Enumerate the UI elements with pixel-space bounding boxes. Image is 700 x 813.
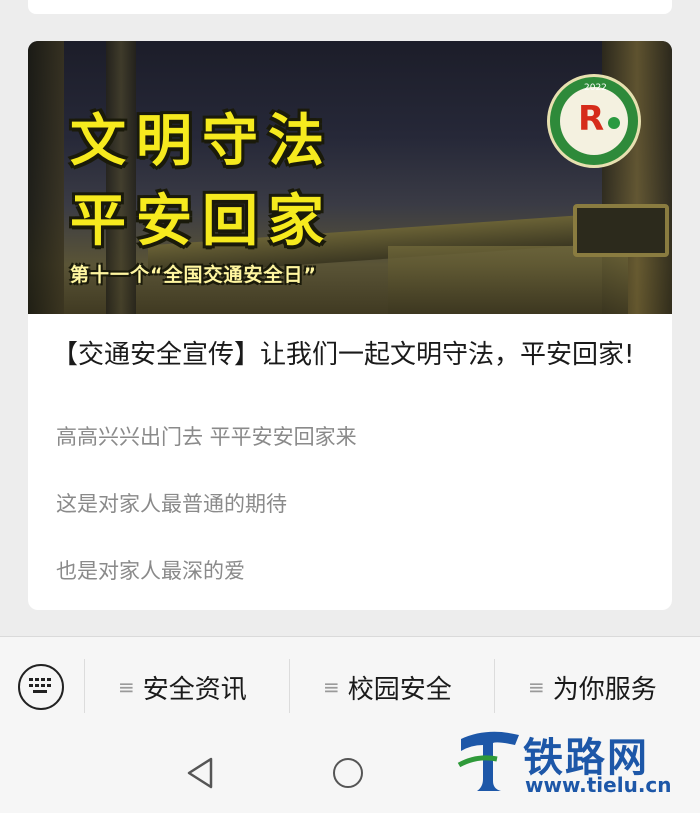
menu-divider bbox=[84, 659, 85, 713]
menu-lines-icon: ≡ bbox=[118, 675, 135, 699]
menu-item-label: 校园安全 bbox=[347, 674, 452, 705]
traffic-safety-day-emblem: R 2022 bbox=[547, 74, 641, 168]
banner-frame bbox=[28, 41, 64, 314]
menu-divider bbox=[289, 659, 290, 713]
menu-item-label: 安全资讯 bbox=[142, 674, 247, 705]
article-paragraph: 也是对家人最深的爱 bbox=[56, 559, 245, 583]
article-cover-image[interactable]: 文明守法 平安回家 第十一个“全国交通安全日” R 2022 bbox=[28, 41, 672, 314]
home-icon[interactable] bbox=[333, 758, 363, 788]
menu-item-label: 为你服务 bbox=[552, 674, 657, 705]
emblem-year: 2022 bbox=[584, 83, 607, 93]
banner-sign bbox=[573, 204, 669, 257]
tielu-logo-icon bbox=[457, 731, 519, 791]
watermark-url: www.tielu.cn bbox=[525, 773, 672, 797]
menu-item-campus-safety[interactable]: ≡ 校园安全 bbox=[323, 669, 452, 705]
banner-subtitle: 第十一个“全国交通安全日” bbox=[70, 264, 317, 286]
menu-item-safety-news[interactable]: ≡ 安全资讯 bbox=[118, 669, 247, 705]
previous-article-card[interactable] bbox=[28, 0, 672, 14]
tielu-watermark: 铁路网 www.tielu.cn bbox=[455, 725, 700, 805]
back-icon[interactable] bbox=[183, 755, 217, 791]
menu-divider bbox=[494, 659, 495, 713]
article-card[interactable]: 文明守法 平安回家 第十一个“全国交通安全日” R 2022 【交通安全宣传】让… bbox=[28, 41, 672, 610]
official-account-menu: ≡ 安全资讯 ≡ 校园安全 ≡ 为你服务 bbox=[0, 636, 700, 736]
banner-headline-line2: 平安回家 bbox=[70, 189, 334, 254]
article-title: 【交通安全宣传】让我们一起文明守法，平安回家! bbox=[52, 340, 635, 370]
menu-item-services[interactable]: ≡ 为你服务 bbox=[528, 669, 657, 705]
menu-lines-icon: ≡ bbox=[528, 675, 545, 699]
keyboard-icon[interactable] bbox=[18, 664, 64, 710]
article-paragraph: 高高兴兴出门去 平平安安回家来 bbox=[56, 425, 357, 449]
banner-headline-line1: 文明守法 bbox=[70, 109, 334, 174]
menu-lines-icon: ≡ bbox=[323, 675, 340, 699]
article-paragraph: 这是对家人最普通的期待 bbox=[56, 492, 287, 516]
